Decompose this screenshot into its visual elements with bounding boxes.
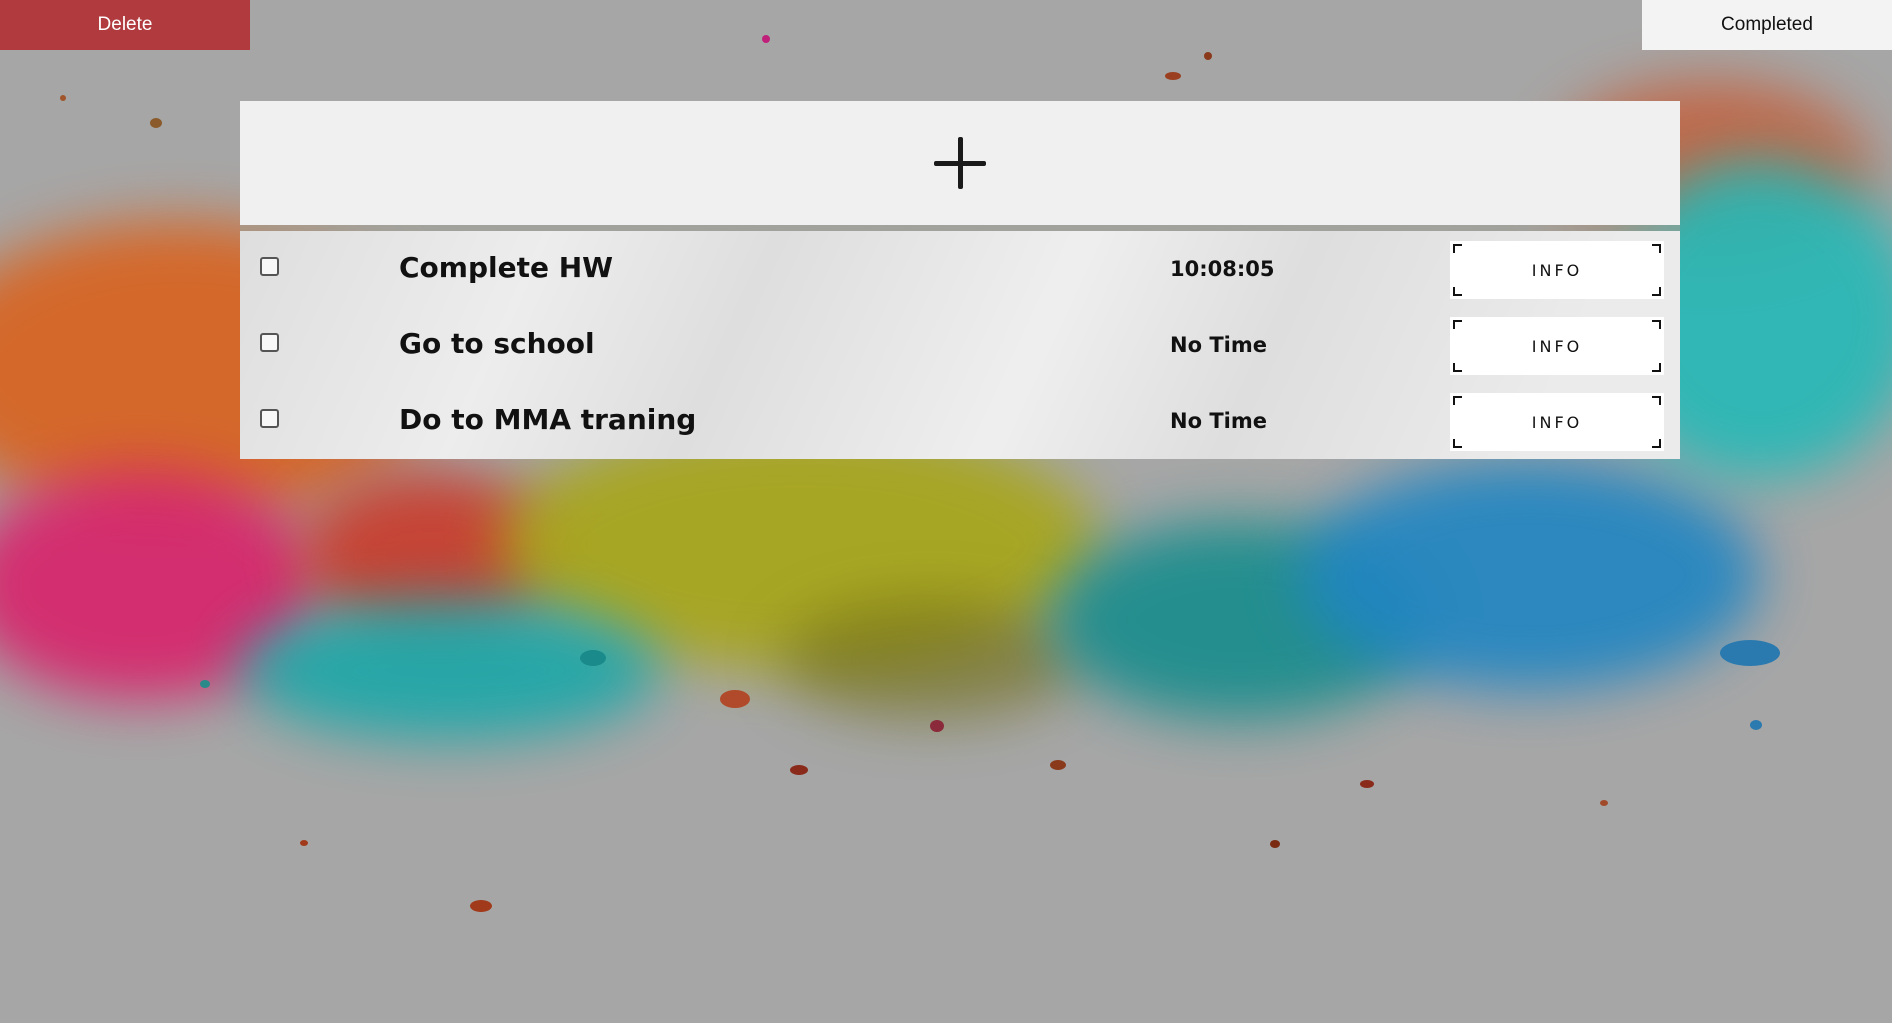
task-title: Do to MMA traning	[399, 403, 697, 436]
task-row: Go to school No Time INFO	[240, 307, 1680, 383]
task-list: Complete HW 10:08:05 INFO Go to school N…	[240, 231, 1680, 459]
corner-bl-icon	[1453, 363, 1462, 372]
task-row: Complete HW 10:08:05 INFO	[240, 231, 1680, 307]
completed-button[interactable]: Completed	[1642, 0, 1892, 50]
corner-br-icon	[1652, 287, 1661, 296]
delete-button[interactable]: Delete	[0, 0, 250, 50]
corner-bl-icon	[1453, 287, 1462, 296]
task-time: No Time	[1170, 409, 1267, 433]
task-checkbox[interactable]	[260, 257, 279, 276]
task-title: Go to school	[399, 327, 595, 360]
plus-icon	[934, 137, 986, 189]
info-button[interactable]: INFO	[1450, 393, 1664, 451]
info-button-label: INFO	[1531, 260, 1583, 280]
add-task-button[interactable]	[240, 101, 1680, 225]
corner-tr-icon	[1652, 396, 1661, 405]
task-time: 10:08:05	[1170, 257, 1275, 281]
corner-br-icon	[1652, 439, 1661, 448]
corner-tr-icon	[1652, 320, 1661, 329]
corner-tr-icon	[1652, 244, 1661, 253]
info-button[interactable]: INFO	[1450, 317, 1664, 375]
info-button-label: INFO	[1531, 412, 1583, 432]
info-button[interactable]: INFO	[1450, 241, 1664, 299]
task-time: No Time	[1170, 333, 1267, 357]
corner-bl-icon	[1453, 439, 1462, 448]
task-row: Do to MMA traning No Time INFO	[240, 383, 1680, 459]
task-title: Complete HW	[399, 251, 614, 284]
task-checkbox[interactable]	[260, 409, 279, 428]
info-button-label: INFO	[1531, 336, 1583, 356]
corner-br-icon	[1652, 363, 1661, 372]
corner-tl-icon	[1453, 396, 1462, 405]
corner-tl-icon	[1453, 244, 1462, 253]
corner-tl-icon	[1453, 320, 1462, 329]
task-checkbox[interactable]	[260, 333, 279, 352]
